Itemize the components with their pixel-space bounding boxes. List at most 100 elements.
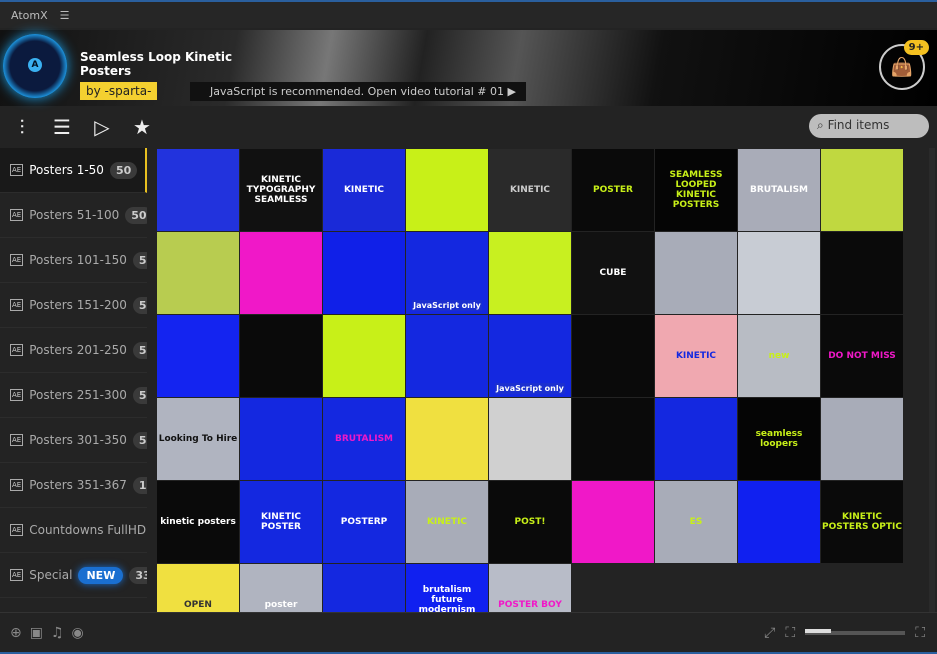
poster-thumbnail[interactable]: [821, 232, 903, 314]
poster-thumbnail[interactable]: poster: [240, 564, 322, 612]
poster-thumbnail[interactable]: [157, 315, 239, 397]
sidebar-item[interactable]: AE Posters 51-100 50: [0, 193, 147, 238]
poster-thumbnail[interactable]: [240, 398, 322, 480]
product-banner: A Seamless Loop Kinetic Posters by -spar…: [0, 30, 937, 106]
ae-file-icon: AE: [10, 479, 24, 491]
sidebar-item[interactable]: AE Posters 151-200 50: [0, 283, 147, 328]
hamburger-icon[interactable]: ☰: [60, 9, 70, 22]
poster-thumbnail[interactable]: BRUTALISM: [323, 398, 405, 480]
poster-caption: POST!: [514, 517, 546, 527]
tutorial-hint[interactable]: JavaScript is recommended. Open video tu…: [190, 82, 526, 101]
poster-caption: BRUTALISM: [334, 434, 394, 444]
video-file-icon[interactable]: ▷: [89, 114, 115, 140]
record-icon[interactable]: ◉: [72, 625, 84, 641]
poster-thumbnail[interactable]: [240, 315, 322, 397]
sidebar-item[interactable]: AE Special NEW 33: [0, 553, 147, 598]
poster-thumbnail[interactable]: POSTER BOY: [489, 564, 571, 612]
poster-thumbnail[interactable]: KINETIC POSTER: [240, 481, 322, 563]
poster-caption: OPEN: [184, 600, 212, 610]
count-badge: 50: [109, 161, 138, 179]
poster-thumbnail[interactable]: [572, 315, 654, 397]
poster-thumbnail[interactable]: Looking To Hire: [157, 398, 239, 480]
poster-thumbnail[interactable]: [655, 232, 737, 314]
poster-caption: brutalism future modernism poster: [418, 585, 476, 612]
sidebar-item[interactable]: AE Countdowns FullHD: [0, 508, 147, 553]
poster-thumbnail[interactable]: [323, 315, 405, 397]
poster-thumbnail[interactable]: [323, 232, 405, 314]
sidebar-item[interactable]: AE Posters 201-250 50: [0, 328, 147, 373]
poster-thumbnail[interactable]: [240, 232, 322, 314]
play-file-icon[interactable]: ▶: [507, 85, 515, 98]
poster-thumbnail[interactable]: CUBE: [572, 232, 654, 314]
count-badge: 33: [129, 566, 147, 584]
poster-thumbnail[interactable]: BRUTALISM: [738, 149, 820, 231]
poster-thumbnail[interactable]: POSTER: [572, 149, 654, 231]
poster-thumbnail[interactable]: [323, 564, 405, 612]
search-icon: ⌕: [817, 118, 824, 132]
large-grid-icon[interactable]: ⛶: [915, 625, 925, 641]
list-view-icon[interactable]: ☰: [49, 114, 75, 140]
javascript-only-label: JavaScript only: [495, 383, 565, 394]
poster-caption: ES: [689, 517, 703, 527]
poster-thumbnail[interactable]: [489, 232, 571, 314]
author-link[interactable]: by -sparta-: [80, 82, 158, 100]
poster-caption: KINETIC: [675, 351, 717, 361]
sidebar-item[interactable]: AE Posters 101-150 50: [0, 238, 147, 283]
poster-thumbnail[interactable]: [406, 149, 488, 231]
thumbnail-size-slider[interactable]: [805, 629, 906, 635]
poster-thumbnail[interactable]: [738, 481, 820, 563]
poster-thumbnail[interactable]: [738, 232, 820, 314]
sidebar-item-label: Special: [29, 568, 73, 582]
poster-thumbnail[interactable]: JavaScript only: [406, 232, 488, 314]
sidebar-item[interactable]: AE Posters 1-50 50: [0, 148, 147, 193]
poster-thumbnail[interactable]: JavaScript only: [489, 315, 571, 397]
small-grid-icon[interactable]: ⛶: [785, 625, 795, 641]
poster-thumbnail[interactable]: brutalism future modernism poster: [406, 564, 488, 612]
poster-thumbnail[interactable]: KINETIC TYPOGRAPHY SEAMLESS: [240, 149, 322, 231]
resize-icon[interactable]: ⤢: [764, 625, 775, 641]
poster-caption: DO NOT MISS: [828, 351, 896, 361]
poster-thumbnail[interactable]: seamless loopers: [738, 398, 820, 480]
poster-thumbnail[interactable]: [821, 149, 903, 231]
sidebar-item[interactable]: AE Posters 301-350 50: [0, 418, 147, 463]
poster-thumbnail[interactable]: KINETIC: [489, 149, 571, 231]
poster-thumbnail[interactable]: [157, 232, 239, 314]
poster-thumbnail[interactable]: new: [738, 315, 820, 397]
poster-thumbnail[interactable]: [655, 398, 737, 480]
poster-caption: kinetic posters: [160, 517, 236, 527]
poster-thumbnail[interactable]: POSTERP: [323, 481, 405, 563]
scrollbar[interactable]: [929, 148, 935, 612]
poster-thumbnail[interactable]: [406, 398, 488, 480]
poster-thumbnail[interactable]: KINETIC POSTERS OPTIC: [821, 481, 903, 563]
poster-caption: Looking To Hire: [158, 434, 238, 444]
star-icon[interactable]: ★: [129, 114, 155, 140]
poster-thumbnail[interactable]: [821, 398, 903, 480]
poster-thumbnail[interactable]: POST!: [489, 481, 571, 563]
poster-thumbnail[interactable]: kinetic posters: [157, 481, 239, 563]
sliders-icon[interactable]: ⫶: [9, 114, 35, 140]
music-icon[interactable]: ♫: [51, 625, 64, 641]
poster-thumbnail[interactable]: [572, 481, 654, 563]
count-badge: 50: [132, 341, 147, 359]
count-badge: 50: [125, 206, 147, 224]
poster-thumbnail[interactable]: DO NOT MISS: [821, 315, 903, 397]
poster-thumbnail[interactable]: SEAMLESS LOOPED KINETIC POSTERS: [655, 149, 737, 231]
poster-thumbnail[interactable]: [489, 398, 571, 480]
sidebar-item[interactable]: AE Posters 251-300 50: [0, 373, 147, 418]
poster-thumbnail[interactable]: KINETIC: [406, 481, 488, 563]
poster-thumbnail[interactable]: [157, 149, 239, 231]
sidebar-item-label: Posters 1-50: [29, 163, 104, 177]
search-input[interactable]: ⌕ Find items: [809, 114, 929, 138]
poster-thumbnail[interactable]: OPEN: [157, 564, 239, 612]
poster-thumbnail[interactable]: [406, 315, 488, 397]
app-title: AtomX: [11, 8, 48, 22]
joystick-icon[interactable]: ⊕: [10, 625, 22, 641]
ae-file-icon: AE: [10, 164, 24, 176]
poster-thumbnail[interactable]: KINETIC: [323, 149, 405, 231]
video-icon[interactable]: ▣: [30, 625, 43, 641]
poster-thumbnail[interactable]: [572, 398, 654, 480]
sidebar-item[interactable]: AE Posters 351-367 17: [0, 463, 147, 508]
poster-caption: KINETIC TYPOGRAPHY SEAMLESS: [246, 175, 316, 205]
poster-thumbnail[interactable]: ES: [655, 481, 737, 563]
poster-thumbnail[interactable]: KINETIC: [655, 315, 737, 397]
